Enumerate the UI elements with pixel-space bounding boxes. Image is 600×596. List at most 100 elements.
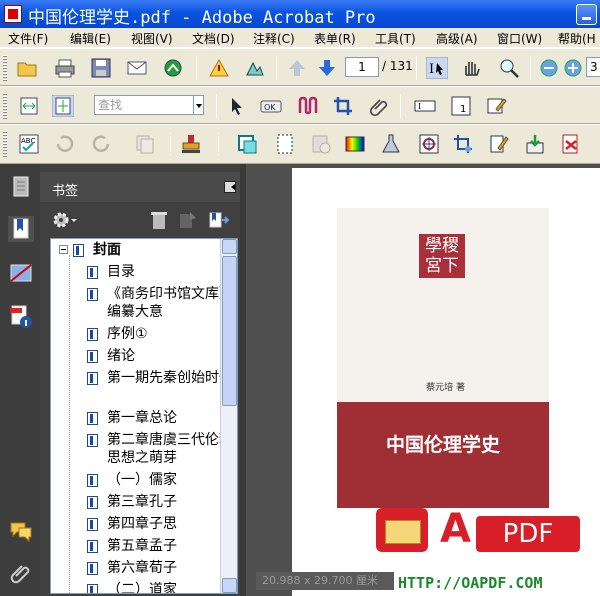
fit-width-icon[interactable]: [18, 95, 40, 117]
menu-advanced[interactable]: 高级(A): [436, 30, 478, 47]
page-number-input[interactable]: 1: [345, 57, 379, 77]
delete-bookmark-icon[interactable]: [150, 210, 168, 230]
collapse-panel-button[interactable]: [224, 181, 236, 193]
select-tool-icon[interactable]: I: [426, 57, 448, 79]
menu-comments[interactable]: 注释(C): [253, 30, 295, 47]
page-frame-icon[interactable]: [274, 133, 296, 155]
warning-triangle-icon[interactable]: [208, 57, 230, 79]
scrollbar-thumb[interactable]: [222, 256, 237, 406]
toolbar-grip[interactable]: [3, 131, 7, 157]
copy-pages-icon[interactable]: [134, 133, 156, 155]
cover-title: 中国伦理学史: [385, 434, 500, 456]
minimize-button[interactable]: [576, 4, 597, 25]
watermark-pdf-badge: PDF: [476, 516, 580, 552]
scroll-up-arrow-icon[interactable]: [222, 239, 237, 254]
find-input[interactable]: 查找: [94, 95, 194, 115]
document-view-icon[interactable]: [310, 133, 332, 155]
menu-forms[interactable]: 表单(R): [314, 30, 356, 47]
bookmark-item[interactable]: 目录: [87, 263, 237, 285]
attachments-panel-icon[interactable]: [8, 560, 34, 586]
menu-view[interactable]: 视图(V): [131, 30, 173, 47]
bookmarks-panel-icon[interactable]: [8, 216, 34, 242]
watermark-letter: A: [440, 506, 471, 552]
options-gear-icon[interactable]: [52, 210, 78, 230]
arrow-select-icon[interactable]: [226, 95, 248, 117]
rotate-right-icon[interactable]: [90, 133, 112, 155]
bookmark-item[interactable]: 第四章子思: [87, 515, 237, 537]
stamp-icon[interactable]: [180, 133, 202, 155]
email-icon[interactable]: [126, 57, 148, 79]
rotate-left-icon[interactable]: [54, 133, 76, 155]
previous-page-icon[interactable]: [286, 57, 308, 79]
bookmark-item[interactable]: 绪论: [87, 347, 237, 369]
edit-document-icon[interactable]: [488, 133, 510, 155]
bookmark-item[interactable]: （二）道家: [87, 581, 237, 593]
menu-document[interactable]: 文档(D): [192, 30, 235, 47]
expand-bookmark-icon[interactable]: [208, 210, 230, 230]
document-info-icon[interactable]: [8, 304, 34, 330]
text-field-tool-icon[interactable]: I: [414, 95, 436, 117]
pages-panel-icon[interactable]: [8, 174, 34, 200]
tree-scrollbar[interactable]: [220, 239, 237, 593]
view-toolbar: 查找 OK I 1: [0, 86, 600, 124]
crop-tool-icon[interactable]: [332, 95, 354, 117]
menu-tools[interactable]: 工具(T): [375, 30, 416, 47]
fit-page-icon[interactable]: [52, 95, 74, 117]
document-view[interactable]: 學稷 宮下 蔡元培 著 中国伦理学史 A PDF HTTP://OAPDF.CO…: [246, 164, 600, 596]
bookmark-item[interactable]: 《商务印书馆文库》编纂大意: [87, 285, 237, 325]
link-tool-icon[interactable]: [296, 95, 318, 117]
crop-pages-icon[interactable]: [452, 133, 474, 155]
menu-help[interactable]: 帮助(H: [558, 30, 596, 47]
bookmark-label: 绪论: [107, 348, 135, 364]
bookmark-item[interactable]: 第一章总论: [87, 409, 237, 431]
zoom-level-input[interactable]: 3: [586, 57, 600, 77]
menu-edit[interactable]: 编辑(E): [70, 30, 111, 47]
highlight-area-icon[interactable]: [236, 133, 258, 155]
comments-panel-icon[interactable]: [8, 518, 34, 544]
target-icon[interactable]: [418, 133, 440, 155]
export-down-icon[interactable]: [524, 133, 546, 155]
open-folder-icon[interactable]: [16, 57, 38, 79]
menu-window[interactable]: 窗口(W): [497, 30, 542, 47]
bookmarks-panel-title: 书签: [52, 184, 79, 199]
zoom-out-icon[interactable]: [538, 57, 560, 79]
print-icon[interactable]: [54, 57, 76, 79]
attach-file-icon[interactable]: [368, 95, 390, 117]
signatures-panel-icon[interactable]: [8, 260, 34, 286]
color-output-icon[interactable]: [344, 133, 366, 155]
zoom-in-icon[interactable]: [562, 57, 584, 79]
save-icon[interactable]: [90, 57, 112, 79]
bookmark-item[interactable]: 第一期先秦创始时代: [87, 369, 237, 409]
ink-flask-icon[interactable]: [380, 133, 402, 155]
scroll-down-arrow-icon[interactable]: [222, 578, 237, 593]
toolbar-grip[interactable]: [3, 93, 7, 119]
bookmark-item[interactable]: 第六章荀子: [87, 559, 237, 581]
zoom-tool-icon[interactable]: [498, 57, 520, 79]
edit-form-icon[interactable]: [486, 95, 508, 117]
bookmark-item[interactable]: 第五章孟子: [87, 537, 237, 559]
ok-button-tool-icon[interactable]: OK: [260, 95, 282, 117]
toolbar-grip[interactable]: [3, 55, 7, 81]
bookmark-item[interactable]: 第三章孔子: [87, 493, 237, 515]
form-field-tool-icon[interactable]: 1: [450, 95, 472, 117]
bookmark-item[interactable]: 第二章唐虞三代伦理思想之萌芽: [87, 431, 237, 471]
collapse-toggle-icon[interactable]: [59, 245, 68, 254]
toolbar-separator: [530, 56, 531, 80]
bookmark-item[interactable]: （一）儒家: [87, 471, 237, 493]
page-size-readout: 20.988 x 29.700 厘米: [256, 572, 394, 590]
bookmark-label: 第三章孔子: [107, 494, 177, 510]
bookmark-item[interactable]: 序例①: [87, 325, 237, 347]
bookmark-root[interactable]: 封面: [59, 241, 237, 263]
hand-tool-icon[interactable]: [460, 57, 482, 79]
find-dropdown-button[interactable]: [194, 95, 204, 115]
new-bookmark-icon[interactable]: [178, 210, 198, 230]
bookmarks-panel: 书签 封面 目录 《商务印书馆文库》编纂大意 序例① 绪论 第一期先秦创始时代 第一章总论第…: [40, 164, 240, 596]
bookmark-label: 第五章孟子: [107, 538, 177, 554]
cover-author: 蔡元培 著: [426, 383, 465, 393]
next-page-icon[interactable]: [316, 57, 338, 79]
signature-icon[interactable]: [244, 57, 266, 79]
collaborate-icon[interactable]: [162, 57, 184, 79]
menu-file[interactable]: 文件(F): [8, 30, 48, 47]
pdf-convert-icon[interactable]: [560, 133, 582, 155]
spell-check-icon[interactable]: ABC: [18, 133, 40, 155]
